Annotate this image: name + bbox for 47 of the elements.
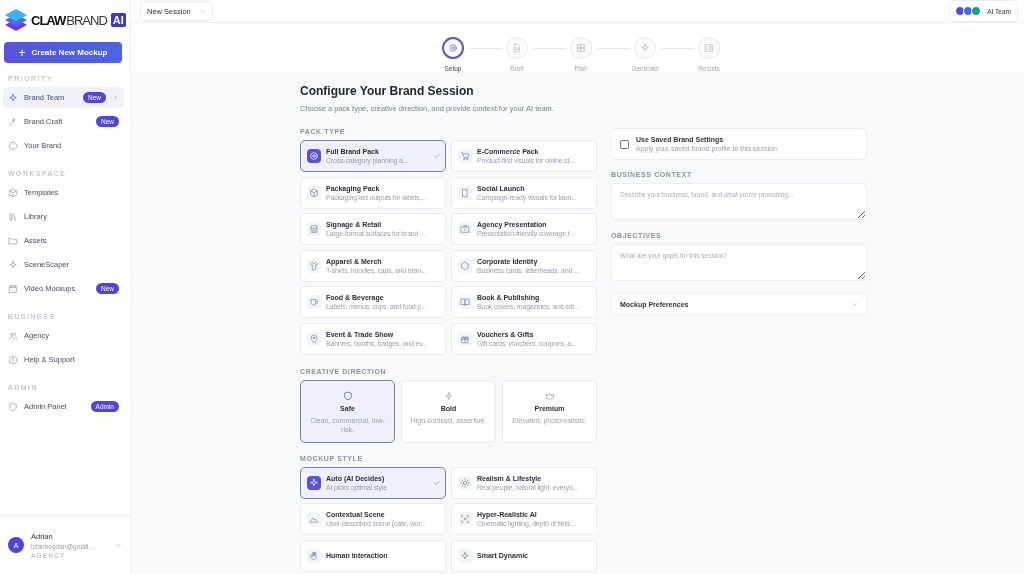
logo-text: CLAW [31,12,66,28]
books-icon [8,211,18,222]
help-icon [8,354,18,365]
caret-icon [115,541,122,549]
pin-icon [309,333,319,344]
gift-icon [460,333,470,344]
hexagon-icon [460,260,470,271]
cart-icon [460,151,470,161]
check-icon [433,152,441,160]
shield-icon [342,390,353,401]
caret-icon [198,7,206,15]
document-icon [512,43,522,53]
hand-icon [309,550,319,561]
shield-icon [8,401,18,412]
image-icon [704,43,714,53]
mountain-icon [309,514,319,524]
grid-icon [576,43,586,53]
create-button[interactable]: + Create New Mockup [4,42,122,63]
sparkle-icon [309,477,319,488]
folder-icon [8,235,18,246]
page-heading: Configure Your Brand Session [300,84,475,98]
palette-icon [8,140,18,151]
logo-text: AI [110,13,126,27]
clapperboard-icon [8,283,18,294]
phone-icon [460,187,470,198]
sparkle-icon [8,259,18,270]
sparkle-icon [8,92,18,103]
step-circle[interactable] [442,37,464,59]
store-icon [309,224,319,234]
book-icon [460,297,470,307]
crown-icon [544,390,555,401]
sparkle-icon [640,43,650,53]
box-icon [8,187,18,198]
sparkle-icon [460,550,470,561]
users-icon [8,330,18,341]
scan-icon [460,514,470,524]
cup-icon [309,297,319,307]
shirt-icon [309,260,319,271]
checkbox[interactable] [620,139,629,149]
logo-text: BRAND [66,12,107,28]
caret-icon [851,300,858,308]
briefcase-icon [460,224,470,234]
box-icon [309,187,319,198]
layers-logo-icon [5,9,27,31]
sun-icon [460,477,470,488]
check-icon [433,478,441,487]
bolt-icon [443,390,454,401]
